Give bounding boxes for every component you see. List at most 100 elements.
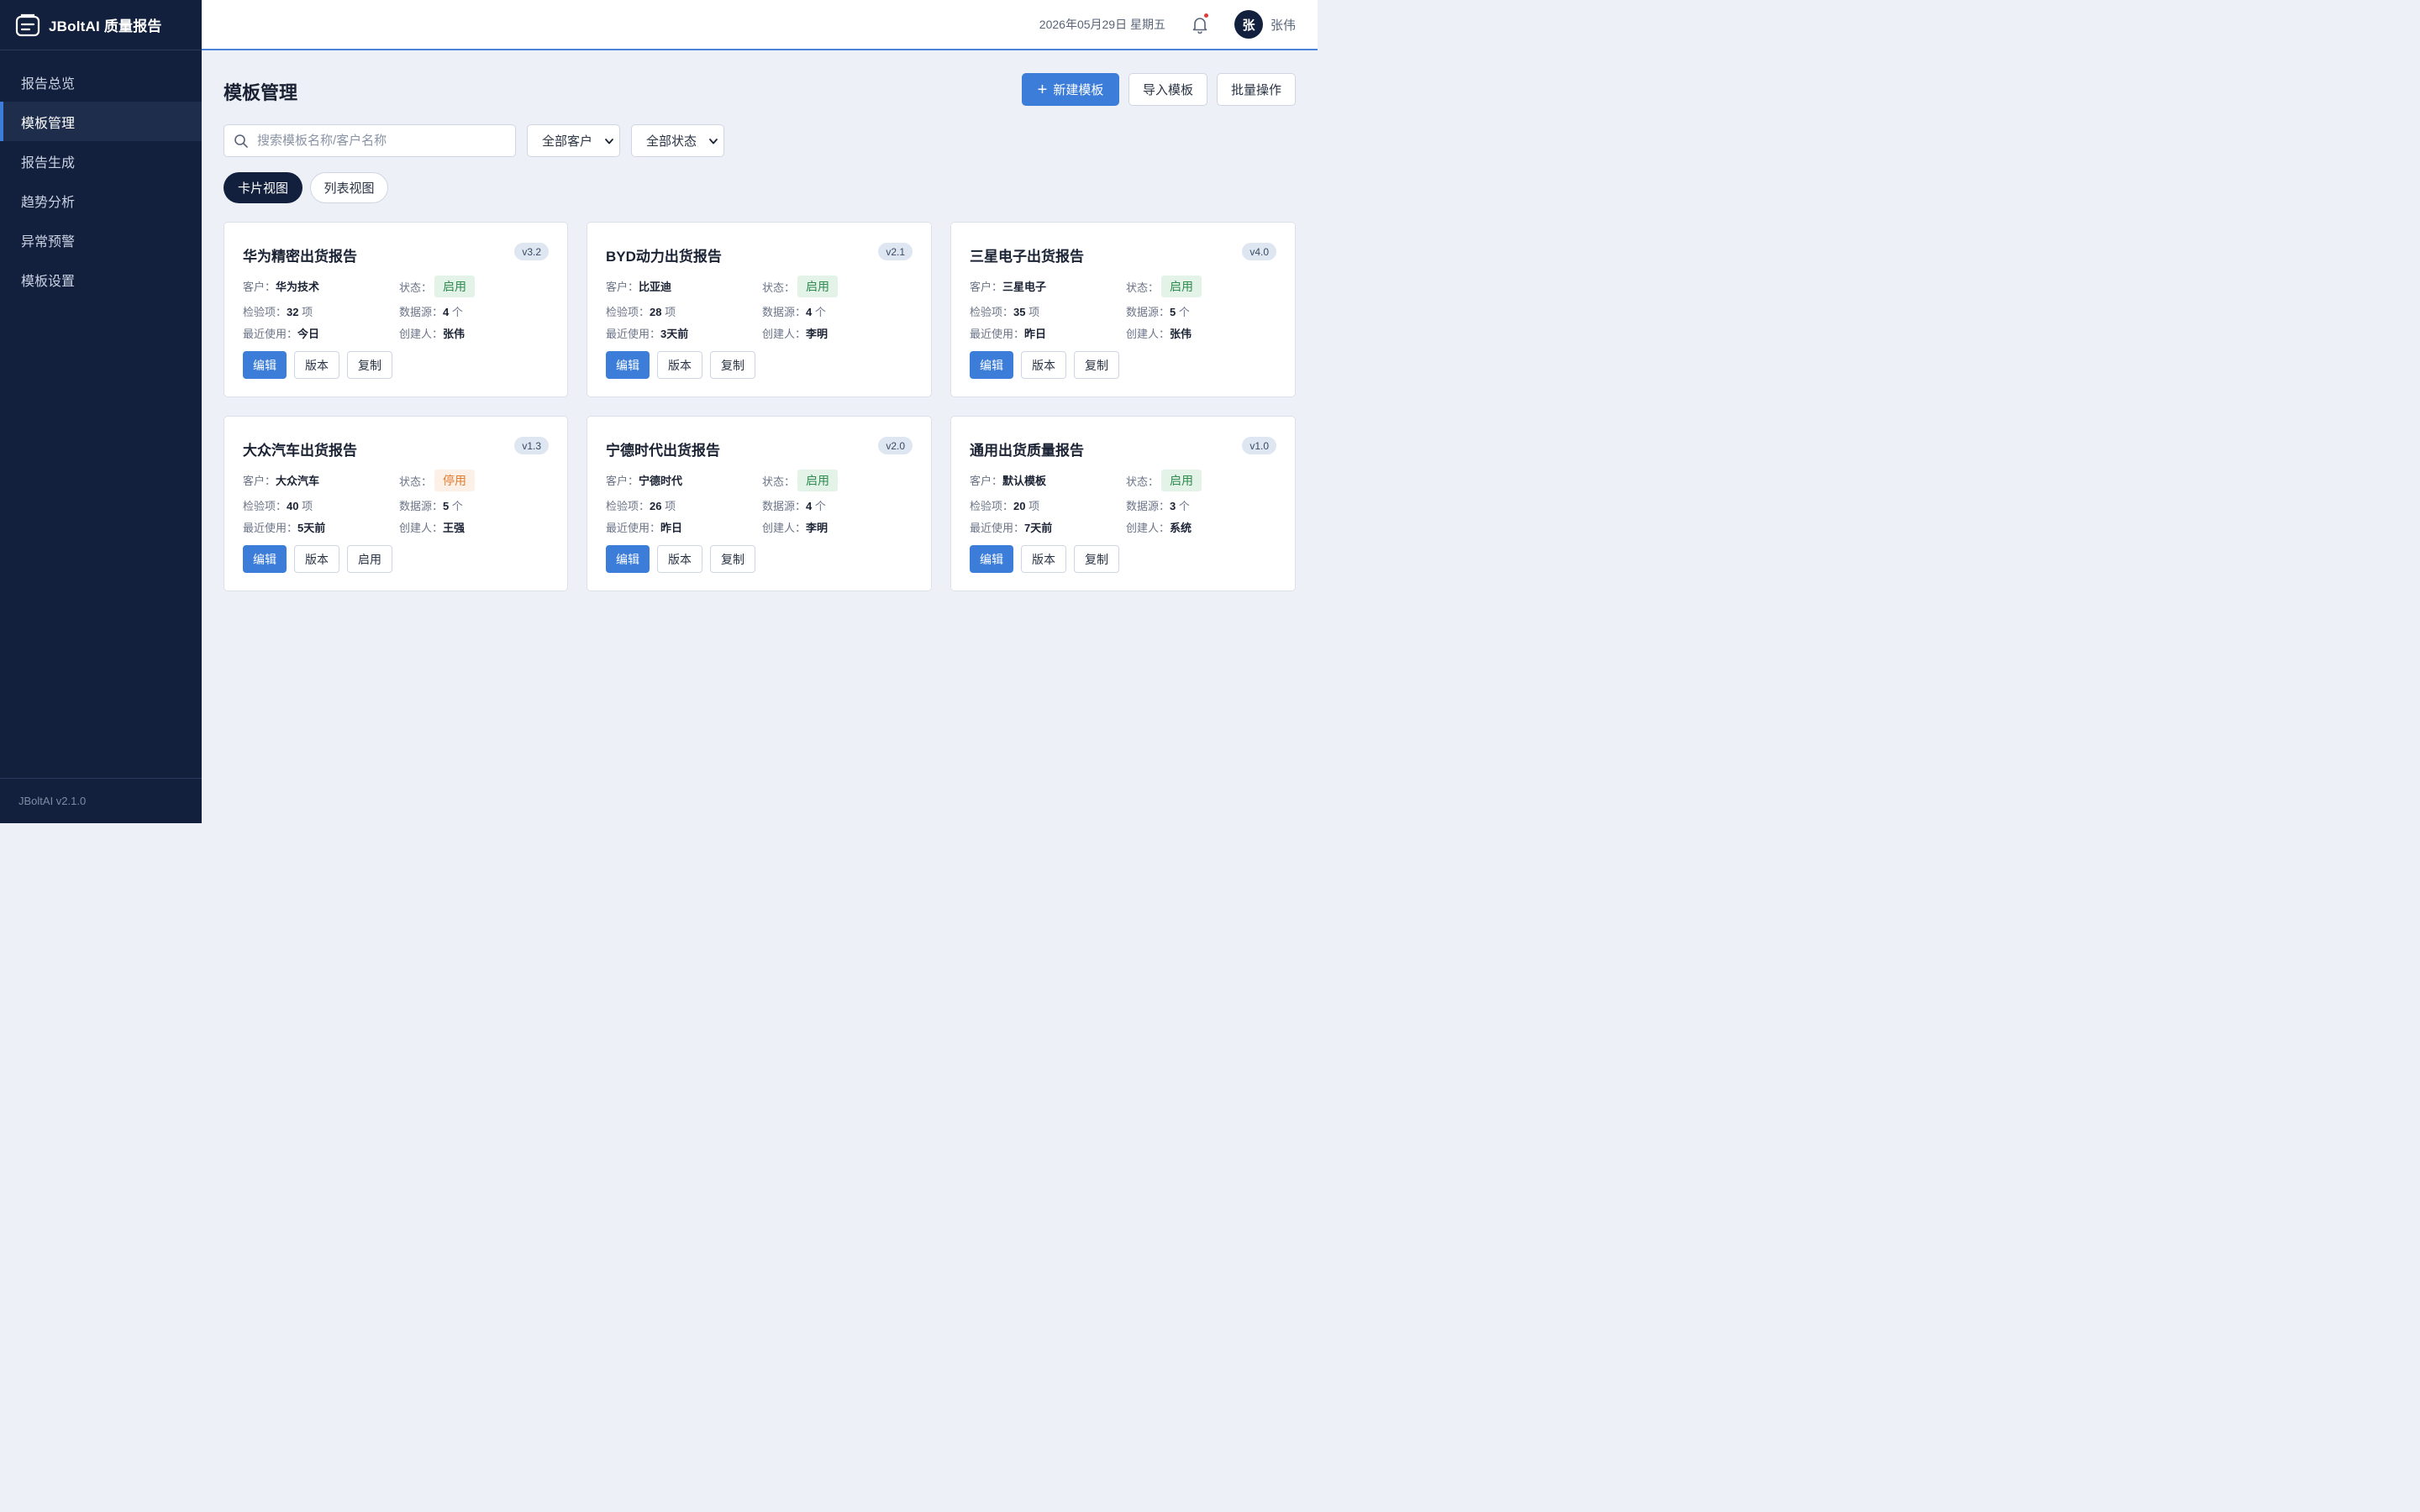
status-label: 状态： xyxy=(762,475,796,488)
status-field: 状态： 启用 xyxy=(1126,470,1202,491)
status-field: 状态： 启用 xyxy=(762,276,839,297)
status-badge: 启用 xyxy=(797,276,839,297)
version-button[interactable]: 版本 xyxy=(294,351,339,379)
copy-button[interactable]: 复制 xyxy=(1074,545,1119,573)
sidebar-item-template-management[interactable]: 模板管理 xyxy=(0,102,202,141)
creator-value: 张伟 xyxy=(1170,328,1192,340)
customer-filter-select[interactable]: 全部客户 xyxy=(527,124,621,157)
version-badge: v1.3 xyxy=(514,437,549,454)
template-card[interactable]: 三星电子出货报告 v4.0 客户：三星电子 状态： 启用 检验项：35 项 数据源… xyxy=(950,222,1296,397)
last-used-field: 最近使用：7天前 xyxy=(970,519,1052,535)
version-button[interactable]: 版本 xyxy=(657,351,702,379)
sidebar-item-report-generation[interactable]: 报告生成 xyxy=(0,141,202,181)
edit-button[interactable]: 编辑 xyxy=(243,545,287,573)
data-sources-unit: 个 xyxy=(1178,500,1190,512)
customer-value: 默认模板 xyxy=(1002,475,1047,487)
filter-bar: 全部客户 全部状态 xyxy=(224,124,725,157)
status-filter-select[interactable]: 全部状态 xyxy=(631,124,725,157)
version-badge: v2.1 xyxy=(878,243,913,260)
data-sources-label: 数据源： xyxy=(1126,306,1171,318)
edit-button[interactable]: 编辑 xyxy=(243,351,287,379)
template-title: 三星电子出货报告 xyxy=(970,249,1084,265)
creator-value: 系统 xyxy=(1170,522,1192,534)
card-view-toggle[interactable]: 卡片视图 xyxy=(224,172,302,203)
inspection-items-label: 检验项： xyxy=(243,500,287,512)
notification-button[interactable] xyxy=(1191,13,1209,34)
brand[interactable]: JBoltAI 质量报告 xyxy=(0,0,202,50)
last-used-label: 最近使用： xyxy=(243,522,298,534)
template-meta: 客户：默认模板 状态： 启用 检验项：20 项 数据源：3 个 最近使用：7天前 … xyxy=(970,470,1276,543)
copy-button[interactable]: 复制 xyxy=(710,545,755,573)
last-used-field: 最近使用：昨日 xyxy=(606,519,682,535)
copy-button[interactable]: 复制 xyxy=(710,351,755,379)
edit-button[interactable]: 编辑 xyxy=(970,545,1013,573)
copy-button[interactable]: 复制 xyxy=(1074,351,1119,379)
card-actions: 编辑 版本 启用 xyxy=(243,545,392,573)
creator-value: 王强 xyxy=(443,522,466,534)
customer-value: 比亚迪 xyxy=(639,281,672,293)
template-meta: 客户：华为技术 状态： 启用 检验项：32 项 数据源：4 个 最近使用：今日 创… xyxy=(243,276,549,349)
username[interactable]: 张伟 xyxy=(1270,16,1296,34)
template-card[interactable]: 华为精密出货报告 v3.2 客户：华为技术 状态： 启用 检验项：32 项 数据源… xyxy=(224,222,568,397)
data-sources-label: 数据源： xyxy=(1126,500,1171,512)
inspection-items-field: 检验项：20 项 xyxy=(970,497,1039,513)
inspection-items-count: 32 xyxy=(287,306,299,318)
sidebar-item-trend-analysis[interactable]: 趋势分析 xyxy=(0,181,202,220)
version-button[interactable]: 版本 xyxy=(1021,351,1066,379)
status-label: 状态： xyxy=(1126,281,1160,294)
import-template-button[interactable]: 导入模板 xyxy=(1128,73,1207,106)
template-card[interactable]: 宁德时代出货报告 v2.0 客户：宁德时代 状态： 启用 检验项：26 项 数据源… xyxy=(587,416,932,591)
last-used-label: 最近使用： xyxy=(606,328,661,340)
new-template-label: 新建模板 xyxy=(1053,83,1104,97)
chevron-down-icon xyxy=(605,138,613,144)
version-button[interactable]: 版本 xyxy=(294,545,339,573)
version-button[interactable]: 版本 xyxy=(1021,545,1066,573)
new-template-button[interactable]: + 新建模板 xyxy=(1022,73,1119,106)
topbar: 2026年05月29日 星期五 张 张伟 xyxy=(202,0,1318,50)
creator-field: 创建人：李明 xyxy=(762,519,828,535)
avatar[interactable]: 张 xyxy=(1234,10,1263,39)
inspection-items-field: 检验项：28 项 xyxy=(606,303,676,319)
search-input[interactable] xyxy=(257,134,501,148)
template-title: 通用出货质量报告 xyxy=(970,443,1084,459)
search-box[interactable] xyxy=(224,124,516,157)
last-used-label: 最近使用： xyxy=(606,522,661,534)
edit-button[interactable]: 编辑 xyxy=(970,351,1013,379)
data-sources-field: 数据源：4 个 xyxy=(762,303,826,319)
data-sources-count: 5 xyxy=(443,500,450,512)
inspection-items-unit: 项 xyxy=(665,306,676,318)
sidebar-nav: 报告总览 模板管理 报告生成 趋势分析 异常预警 模板设置 xyxy=(0,50,202,299)
enable-button[interactable]: 启用 xyxy=(347,545,392,573)
customer-label: 客户： xyxy=(606,475,639,487)
search-icon xyxy=(234,134,248,148)
sidebar-item-overview[interactable]: 报告总览 xyxy=(0,62,202,102)
edit-button[interactable]: 编辑 xyxy=(606,351,650,379)
inspection-items-unit: 项 xyxy=(1028,306,1040,318)
data-sources-label: 数据源： xyxy=(399,306,444,318)
sidebar-item-template-settings[interactable]: 模板设置 xyxy=(0,260,202,299)
last-used-value: 昨日 xyxy=(1024,328,1047,340)
list-view-toggle[interactable]: 列表视图 xyxy=(310,172,388,203)
template-card[interactable]: 通用出货质量报告 v1.0 客户：默认模板 状态： 启用 检验项：20 项 数据源… xyxy=(950,416,1296,591)
data-sources-count: 4 xyxy=(443,306,450,318)
template-card[interactable]: BYD动力出货报告 v2.1 客户：比亚迪 状态： 启用 检验项：28 项 数据源… xyxy=(587,222,932,397)
data-sources-unit: 个 xyxy=(814,500,826,512)
template-title: 宁德时代出货报告 xyxy=(606,443,720,459)
last-used-label: 最近使用： xyxy=(970,328,1025,340)
creator-label: 创建人： xyxy=(399,522,444,534)
data-sources-label: 数据源： xyxy=(762,500,807,512)
customer-label: 客户： xyxy=(970,475,1003,487)
copy-button[interactable]: 复制 xyxy=(347,351,392,379)
bell-icon xyxy=(1192,18,1207,34)
template-card-grid: 华为精密出货报告 v3.2 客户：华为技术 状态： 启用 检验项：32 项 数据源… xyxy=(224,222,1296,591)
inspection-items-unit: 项 xyxy=(1028,500,1040,512)
data-sources-field: 数据源：5 个 xyxy=(399,497,463,513)
version-button[interactable]: 版本 xyxy=(657,545,702,573)
edit-button[interactable]: 编辑 xyxy=(606,545,650,573)
template-card[interactable]: 大众汽车出货报告 v1.3 客户：大众汽车 状态： 停用 检验项：40 项 数据源… xyxy=(224,416,568,591)
version-badge: v2.0 xyxy=(878,437,913,454)
sidebar-item-anomaly-alerts[interactable]: 异常预警 xyxy=(0,220,202,260)
creator-field: 创建人：系统 xyxy=(1126,519,1192,535)
batch-operations-button[interactable]: 批量操作 xyxy=(1217,73,1296,106)
inspection-items-field: 检验项：26 项 xyxy=(606,497,676,513)
